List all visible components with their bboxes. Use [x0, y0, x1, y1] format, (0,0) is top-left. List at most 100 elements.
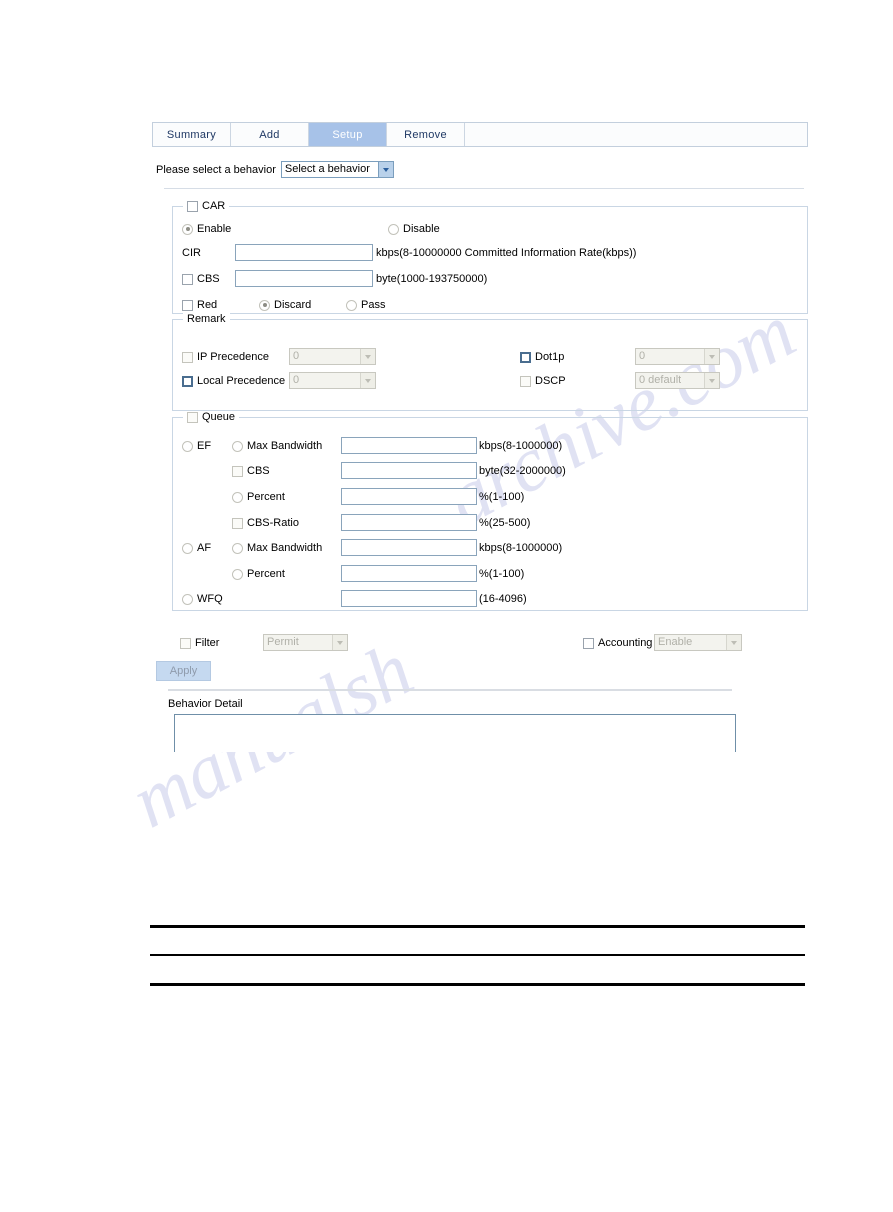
car-disable-label: Disable — [403, 223, 440, 235]
queue-row-control-ef-cbs-ratio[interactable]: CBS-Ratio — [232, 517, 299, 529]
queue-row-control-af-max-bandwidth[interactable]: Max Bandwidth — [232, 542, 322, 554]
bottom-rule-3 — [150, 983, 805, 986]
queue-ef-cbs-ratio-input[interactable] — [341, 514, 477, 531]
queue-af-max-bandwidth-radio[interactable] — [232, 542, 243, 554]
car-cbs-input[interactable] — [235, 270, 373, 287]
chevron-down-icon — [726, 635, 741, 650]
remark-dot1p-checkbox[interactable] — [520, 351, 531, 363]
remark-local-precedence-checkbox[interactable] — [182, 375, 193, 387]
car-discard-label: Discard — [274, 299, 312, 311]
car-discard-radio[interactable] — [259, 299, 270, 311]
queue-ef-percent-unit: %(1-100) — [479, 491, 525, 503]
tab-bar: Summary Add Setup Remove — [152, 122, 808, 147]
car-disable-option[interactable]: Disable — [388, 223, 440, 235]
queue-ef-cbs-label: CBS — [247, 465, 270, 477]
queue-row-control-ef-cbs[interactable]: CBS — [232, 465, 270, 477]
remark-local-precedence-select[interactable]: 0 — [289, 372, 376, 389]
car-red-label: Red — [197, 299, 218, 311]
car-cbs-unit: byte(1000-193750000) — [376, 273, 488, 285]
remark-dscp-option[interactable]: DSCP — [520, 375, 566, 387]
queue-af-percent-unit: %(1-100) — [479, 568, 525, 580]
remark-legend: Remark — [183, 313, 230, 325]
accounting-option[interactable]: Accounting — [583, 637, 652, 649]
remark-ip-precedence-label: IP Precedence — [197, 351, 269, 363]
remark-dscp-select[interactable]: 0 default — [635, 372, 720, 389]
car-cir-label: CIR — [182, 247, 201, 259]
car-cbs-option[interactable]: CBS — [182, 273, 220, 285]
tab-add[interactable]: Add — [231, 123, 309, 146]
chevron-down-icon — [360, 349, 375, 364]
queue-af-percent-label: Percent — [247, 568, 285, 580]
queue-af-percent-radio[interactable] — [232, 568, 243, 580]
behavior-detail-textarea[interactable] — [174, 714, 736, 752]
remark-dot1p-select[interactable]: 0 — [635, 348, 720, 365]
car-red-option[interactable]: Red — [182, 299, 217, 311]
queue-wfq-unit: (16-4096) — [479, 593, 527, 605]
tab-remove[interactable]: Remove — [387, 123, 465, 146]
car-pass-radio[interactable] — [346, 299, 357, 311]
remark-dscp-value: 0 default — [639, 374, 682, 386]
filter-option[interactable]: Filter — [180, 637, 219, 649]
behavior-select-value: Select a behavior — [284, 163, 370, 175]
filter-select[interactable]: Permit — [263, 634, 348, 651]
car-fieldset: CAR Enable Disable CIR kbps(8-10000000 C… — [172, 200, 808, 314]
queue-af-radio[interactable] — [182, 542, 193, 554]
queue-ef-option[interactable]: EF — [182, 440, 211, 452]
car-checkbox[interactable] — [187, 200, 198, 212]
queue-ef-cbs-ratio-checkbox[interactable] — [232, 517, 243, 529]
car-cbs-label: CBS — [197, 273, 220, 285]
queue-ef-max-bandwidth-input[interactable] — [341, 437, 477, 454]
behavior-select[interactable]: Select a behavior — [280, 161, 394, 178]
accounting-checkbox[interactable] — [583, 637, 594, 649]
tab-summary[interactable]: Summary — [153, 123, 231, 146]
queue-ef-percent-radio[interactable] — [232, 491, 243, 503]
remark-local-precedence-option[interactable]: Local Precedence — [182, 375, 285, 387]
apply-button[interactable]: Apply — [156, 661, 211, 681]
car-enable-radio[interactable] — [182, 223, 193, 235]
car-cir-input[interactable] — [235, 244, 373, 261]
remark-ip-precedence-checkbox[interactable] — [182, 351, 193, 363]
queue-row-control-af-percent[interactable]: Percent — [232, 568, 285, 580]
queue-ef-cbs-checkbox[interactable] — [232, 465, 243, 477]
page-root: Summary Add Setup Remove Please select a… — [0, 0, 893, 1212]
queue-ef-cbs-ratio-label: CBS-Ratio — [247, 517, 299, 529]
queue-af-option[interactable]: AF — [182, 542, 211, 554]
queue-af-max-bandwidth-unit: kbps(8-1000000) — [479, 542, 563, 554]
remark-local-precedence-label: Local Precedence — [197, 375, 286, 387]
car-discard-option[interactable]: Discard — [259, 299, 311, 311]
car-disable-radio[interactable] — [388, 223, 399, 235]
bottom-rule-1 — [150, 925, 805, 928]
queue-af-percent-input[interactable] — [341, 565, 477, 582]
queue-ef-max-bandwidth-radio[interactable] — [232, 440, 243, 452]
queue-af-max-bandwidth-input[interactable] — [341, 539, 477, 556]
tab-setup[interactable]: Setup — [309, 123, 387, 146]
chevron-down-icon — [704, 373, 719, 388]
remark-dot1p-label: Dot1p — [535, 351, 565, 363]
queue-wfq-option[interactable]: WFQ — [182, 593, 223, 605]
queue-ef-radio[interactable] — [182, 440, 193, 452]
behavior-detail-label: Behavior Detail — [168, 698, 243, 710]
remark-legend-label: Remark — [187, 313, 226, 325]
queue-ef-max-bandwidth-label: Max Bandwidth — [247, 440, 323, 452]
queue-af-max-bandwidth-label: Max Bandwidth — [247, 542, 323, 554]
remark-dscp-checkbox[interactable] — [520, 375, 531, 387]
queue-ef-percent-input[interactable] — [341, 488, 477, 505]
remark-ip-precedence-select[interactable]: 0 — [289, 348, 376, 365]
remark-ip-precedence-option[interactable]: IP Precedence — [182, 351, 269, 363]
car-red-checkbox[interactable] — [182, 299, 193, 311]
queue-row-control-ef-max-bandwidth[interactable]: Max Bandwidth — [232, 440, 322, 452]
car-enable-option[interactable]: Enable — [182, 223, 231, 235]
remark-dot1p-option[interactable]: Dot1p — [520, 351, 564, 363]
queue-checkbox[interactable] — [187, 411, 198, 423]
chevron-down-icon — [704, 349, 719, 364]
car-pass-option[interactable]: Pass — [346, 299, 385, 311]
accounting-select[interactable]: Enable — [654, 634, 742, 651]
car-cbs-checkbox[interactable] — [182, 273, 193, 285]
queue-ef-cbs-input[interactable] — [341, 462, 477, 479]
queue-wfq-radio[interactable] — [182, 593, 193, 605]
queue-row-control-ef-percent[interactable]: Percent — [232, 491, 285, 503]
queue-wfq-input[interactable] — [341, 590, 477, 607]
queue-ef-percent-label: Percent — [247, 491, 285, 503]
queue-ef-label: EF — [197, 440, 212, 452]
filter-checkbox[interactable] — [180, 637, 191, 649]
